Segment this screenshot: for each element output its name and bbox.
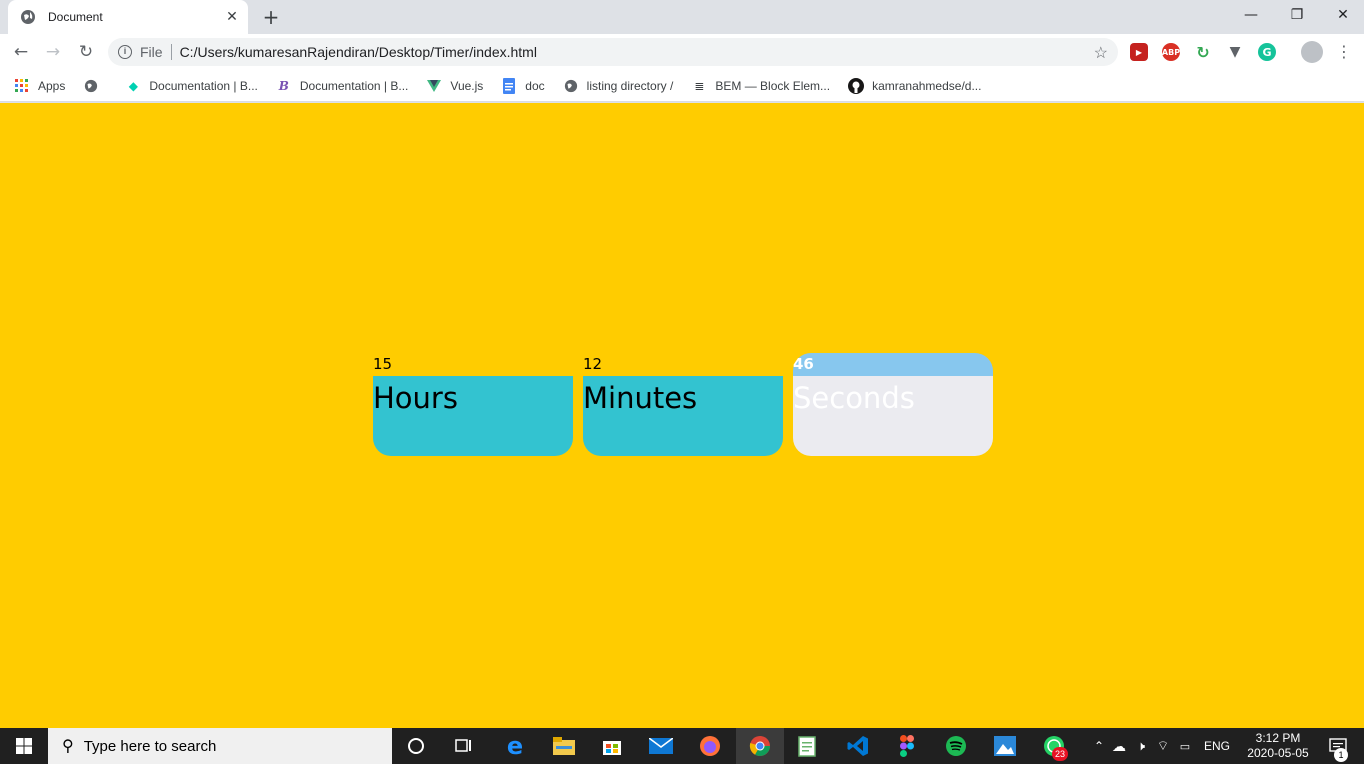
- tab-title: Document: [48, 10, 103, 24]
- firefox-icon[interactable]: [686, 728, 734, 764]
- bulma-b-icon: B: [278, 78, 289, 93]
- system-clock[interactable]: 3:12 PM 2020-05-05: [1242, 731, 1314, 761]
- apps-grid-icon: [14, 78, 30, 94]
- system-tray: ⌃ ☁ 🕨 ⌔ ▭ ENG: [1090, 728, 1240, 764]
- close-tab-icon[interactable]: ✕: [224, 9, 240, 25]
- bookmark-label: doc: [525, 78, 545, 93]
- bookmark-apps[interactable]: Apps: [14, 78, 65, 94]
- vue-devtools-icon[interactable]: ▼: [1226, 43, 1244, 61]
- divider: [170, 44, 172, 60]
- windows-logo-icon: [16, 738, 32, 754]
- task-view-icon[interactable]: [440, 728, 488, 764]
- chevron-up-icon[interactable]: ⌃: [1090, 739, 1108, 753]
- info-icon[interactable]: i: [118, 45, 132, 59]
- browser-toolbar: ← → ↻ i File C:/Users/kumaresanRajendira…: [0, 34, 1364, 70]
- chrome-icon[interactable]: [736, 728, 784, 764]
- grammarly-icon[interactable]: G: [1258, 43, 1276, 61]
- vscode-icon[interactable]: [834, 728, 882, 764]
- onedrive-icon[interactable]: ☁: [1108, 738, 1130, 755]
- bookmark-label: Documentation | B...: [299, 78, 409, 93]
- bookmark-documentation-bootstrap[interactable]: ◆ Documentation | B...: [125, 78, 258, 94]
- new-tab-button[interactable]: +: [260, 6, 282, 28]
- forward-arrow-icon[interactable]: →: [40, 39, 66, 65]
- bookmark-star-icon[interactable]: ☆: [1094, 43, 1108, 63]
- clock-date: 2020-05-05: [1247, 746, 1309, 760]
- more-menu-icon[interactable]: ⋮: [1336, 41, 1352, 63]
- refresh-extension-icon[interactable]: ↻: [1194, 43, 1212, 62]
- taskbar-search[interactable]: ⚲ Type here to search: [48, 728, 392, 764]
- photos-icon[interactable]: [981, 728, 1029, 764]
- minutes-value: 12: [583, 355, 603, 373]
- clock-time: 3:12 PM: [1255, 731, 1301, 745]
- hours-value: 15: [373, 355, 393, 373]
- bookmarks-bar: Apps ◆ Documentation | B... B Documentat…: [0, 70, 1364, 102]
- countdown-timer: 15 Hours 12 Minutes 46 Seconds: [373, 353, 1003, 456]
- bookmark-github[interactable]: kamranahmedse/d...: [848, 77, 982, 94]
- notepad-icon[interactable]: [784, 728, 832, 764]
- address-bar[interactable]: i File C:/Users/kumaresanRajendiran/Desk…: [108, 38, 1118, 66]
- url-scheme: File: [140, 44, 163, 60]
- github-icon: [848, 77, 865, 94]
- bookmark-label: Vue.js: [450, 78, 484, 93]
- timer-unit-minutes: 12 Minutes: [583, 353, 783, 456]
- bookmark-label: kamranahmedse/d...: [872, 78, 982, 93]
- timer-unit-seconds: 46 Seconds: [793, 353, 993, 456]
- adblock-icon[interactable]: ABP: [1162, 43, 1180, 61]
- docs-icon: [501, 77, 517, 94]
- whatsapp-badge: 23: [1052, 747, 1068, 761]
- search-icon: ⚲: [62, 738, 74, 755]
- vue-icon: [426, 78, 442, 94]
- bookmark-label: Apps: [38, 78, 66, 93]
- edge-icon[interactable]: e: [491, 728, 539, 764]
- seconds-card: Seconds: [793, 376, 993, 456]
- language-indicator[interactable]: ENG: [1204, 739, 1230, 753]
- back-arrow-icon[interactable]: ←: [8, 39, 34, 65]
- mail-icon[interactable]: [637, 728, 685, 764]
- windows-taskbar: ⚲ Type here to search e 23 ⌃ ☁ 🕨 ⌔ ▭ ENG…: [0, 728, 1364, 764]
- minimize-button[interactable]: —: [1228, 0, 1274, 30]
- profile-avatar[interactable]: [1301, 41, 1323, 63]
- bookmark-listing-directory[interactable]: listing directory /: [563, 78, 674, 94]
- hours-card: Hours: [373, 376, 573, 456]
- cortana-icon[interactable]: [392, 728, 440, 764]
- figma-icon[interactable]: [883, 728, 931, 764]
- globe-icon: [563, 78, 579, 94]
- bookmark-label: listing directory /: [586, 78, 674, 93]
- document-icon: ≣: [694, 78, 705, 93]
- bookmark-globe[interactable]: [83, 78, 107, 94]
- start-button[interactable]: [0, 728, 48, 764]
- spotify-icon[interactable]: [932, 728, 980, 764]
- bookmark-vuejs[interactable]: Vue.js: [426, 78, 483, 94]
- seconds-label: Seconds: [793, 381, 915, 415]
- close-window-button[interactable]: ✕: [1320, 0, 1364, 30]
- seconds-value: 46: [793, 353, 993, 376]
- wifi-icon[interactable]: ⌔: [1152, 738, 1174, 754]
- battery-icon[interactable]: ▭: [1174, 740, 1196, 753]
- page-viewport: 15 Hours 12 Minutes 46 Seconds: [0, 103, 1364, 728]
- search-placeholder: Type here to search: [83, 737, 217, 755]
- bootstrap-leaf-icon: ◆: [128, 78, 138, 93]
- hours-label: Hours: [373, 381, 458, 415]
- url-text[interactable]: C:/Users/kumaresanRajendiran/Desktop/Tim…: [180, 44, 537, 60]
- bookmark-documentation-bulma[interactable]: B Documentation | B...: [276, 78, 409, 94]
- restore-button[interactable]: ❐: [1274, 0, 1320, 30]
- bookmark-doc[interactable]: doc: [501, 77, 545, 94]
- minutes-card: Minutes: [583, 376, 783, 456]
- tab-strip: Document ✕ + — ❐ ✕: [0, 0, 1364, 34]
- file-explorer-icon[interactable]: [540, 728, 588, 764]
- reload-icon[interactable]: ↻: [73, 39, 99, 65]
- bookmark-label: BEM — Block Elem...: [715, 78, 831, 93]
- globe-icon: [20, 9, 36, 25]
- globe-icon: [83, 78, 99, 94]
- bookmark-label: Documentation | B...: [149, 78, 258, 93]
- extension-red-icon[interactable]: ▶: [1130, 43, 1148, 61]
- minutes-label: Minutes: [583, 381, 698, 415]
- volume-icon[interactable]: 🕨: [1130, 738, 1152, 754]
- bookmark-bem[interactable]: ≣ BEM — Block Elem...: [691, 78, 830, 94]
- store-icon[interactable]: [588, 728, 636, 764]
- notification-badge: 1: [1334, 748, 1348, 762]
- tab-document[interactable]: Document ✕: [8, 0, 248, 34]
- timer-unit-hours: 15 Hours: [373, 353, 573, 456]
